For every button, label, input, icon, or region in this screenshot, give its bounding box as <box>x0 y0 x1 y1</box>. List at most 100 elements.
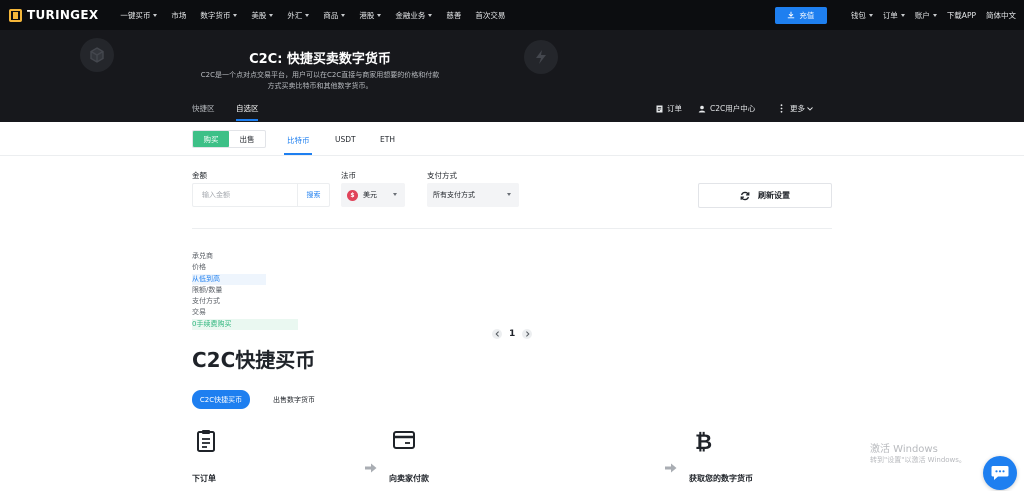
nav-items: 一键买币 市场 数字货币 美股 外汇 商品 港股 金融业务 慈善 首次交易 <box>120 10 519 21</box>
lightning-icon <box>524 40 558 74</box>
prev-page-button[interactable] <box>492 329 502 339</box>
nav-label: 数字货币 <box>200 10 231 20</box>
document-icon <box>656 105 663 112</box>
chevron-down-icon <box>507 193 511 196</box>
nav-label: 港股 <box>359 10 375 20</box>
chevron-down-icon <box>153 13 158 17</box>
col-limit: 限额/数量 <box>192 285 223 294</box>
active-coin-indicator <box>284 153 312 155</box>
current-page[interactable]: 1 <box>509 329 515 339</box>
tab-btc[interactable]: 比特币 <box>287 135 310 146</box>
nav-item-hk-stocks[interactable]: 港股 <box>359 10 382 21</box>
zero-fee-buy-link[interactable]: 0手续费购买 <box>192 318 298 331</box>
more-menu[interactable]: 更多 <box>780 103 817 114</box>
tab-sell-crypto[interactable]: 出售数字货币 <box>273 395 315 405</box>
nav-label: 首次交易 <box>475 10 506 20</box>
chevron-down-icon <box>932 13 937 17</box>
chevron-down-icon <box>428 13 433 17</box>
nav-label: 商品 <box>323 10 339 20</box>
more-dots-icon <box>780 104 783 113</box>
c2c-user-center-label: C2C用户中心 <box>710 104 756 113</box>
divider <box>192 228 832 229</box>
payment-label: 支付方式 <box>427 171 457 180</box>
chevron-down-icon <box>868 13 873 17</box>
nav-item-first-trade[interactable]: 首次交易 <box>475 10 505 21</box>
nav-item-orders[interactable]: 订单 <box>883 10 905 21</box>
chevron-right-icon <box>525 331 530 337</box>
tab-eth[interactable]: ETH <box>380 135 395 144</box>
table-header: 承兑商 价格 从低到高 限额/数量 支付方式 交易 0手续费购买 <box>192 251 298 331</box>
tab-quick-zone[interactable]: 快捷区 <box>192 103 215 114</box>
chat-bubble-icon <box>991 466 1009 480</box>
nav-item-charity[interactable]: 慈善 <box>446 10 461 21</box>
col-payment: 支付方式 <box>192 297 220 306</box>
chevron-down-icon <box>393 193 397 196</box>
pagination: 1 <box>492 329 533 339</box>
chat-support-button[interactable] <box>983 456 1017 490</box>
tab-custom-zone[interactable]: 自选区 <box>236 103 259 114</box>
chevron-down-icon <box>807 106 813 111</box>
activation-watermark-title: 激活 Windows <box>870 444 938 455</box>
amount-input[interactable] <box>193 184 297 206</box>
usd-flag-icon: $ <box>347 189 358 201</box>
nav-item-crypto[interactable]: 数字货币 <box>200 10 238 21</box>
nav-item-wallet[interactable]: 钱包 <box>851 10 873 21</box>
cube-icon <box>80 38 114 72</box>
chevron-down-icon <box>377 13 382 17</box>
chevron-down-icon <box>233 13 238 17</box>
hero-banner: C2C: 快捷买卖数字货币 C2C是一个点对点交易平台，用户可以在C2C直接与商… <box>0 30 1024 122</box>
c2c-user-center-link[interactable]: C2C用户中心 <box>698 103 755 114</box>
price-sort-toggle[interactable]: 从低到高 <box>192 273 266 285</box>
download-icon <box>788 11 795 19</box>
top-nav: TURINGEX 一键买币 市场 数字货币 美股 外汇 商品 港股 金融业务 慈… <box>0 0 1024 30</box>
tab-usdt[interactable]: USDT <box>335 135 356 144</box>
logo-text: TURINGEX <box>27 8 99 22</box>
deposit-button[interactable]: 充值 <box>774 6 827 24</box>
svg-text:₿: ₿ <box>695 430 712 453</box>
bitcoin-icon: ₿ <box>695 430 712 453</box>
trade-type-bar: 购买 出售 比特币 USDT ETH <box>0 122 1024 156</box>
payment-select[interactable]: 所有支付方式 <box>427 183 519 207</box>
step-pay-seller: 向卖家付款 <box>389 474 429 483</box>
next-page-button[interactable] <box>522 329 533 339</box>
nav-label: 金融业务 <box>395 10 426 20</box>
page-description: C2C是一个点对点交易平台，用户可以在C2C直接与商家用想要的价格和付款方式买卖… <box>200 71 440 90</box>
tab-c2c-quick-buy[interactable]: C2C快捷买币 <box>192 390 250 409</box>
nav-item-quick-buy[interactable]: 一键买币 <box>120 10 158 21</box>
user-icon <box>698 105 706 112</box>
sell-button[interactable]: 出售 <box>229 131 265 147</box>
credit-card-icon <box>393 431 415 449</box>
nav-item-download-app[interactable]: 下载APP <box>947 10 976 21</box>
step-place-order: 下订单 <box>192 474 216 483</box>
fiat-label: 法币 <box>341 171 356 180</box>
refresh-settings-button[interactable]: 刷新设置 <box>698 183 832 208</box>
nav-item-market[interactable]: 市场 <box>171 10 186 21</box>
nav-label: 订单 <box>882 10 898 20</box>
search-button[interactable]: 搜索 <box>297 184 329 206</box>
logo-icon <box>9 8 22 22</box>
chevron-down-icon <box>305 13 310 17</box>
nav-label: 下载APP <box>946 10 976 20</box>
logo[interactable]: TURINGEX <box>9 8 98 22</box>
fiat-select[interactable]: $ 美元 <box>341 183 405 207</box>
nav-item-finance[interactable]: 金融业务 <box>395 10 433 21</box>
step-receive-crypto: 获取您的数字货币 <box>689 474 753 483</box>
more-label: 更多 <box>790 104 805 113</box>
fiat-value: 美元 <box>363 191 377 199</box>
chevron-down-icon <box>900 13 905 17</box>
nav-label: 钱包 <box>850 10 866 20</box>
order-clipboard-icon <box>197 430 215 452</box>
nav-item-language[interactable]: 简体中文 <box>986 10 1016 21</box>
nav-item-forex[interactable]: 外汇 <box>287 10 310 21</box>
orders-link[interactable]: 订单 <box>656 103 682 114</box>
nav-item-commodities[interactable]: 商品 <box>323 10 346 21</box>
nav-item-account[interactable]: 账户 <box>915 10 937 21</box>
refresh-icon <box>740 191 750 200</box>
nav-right: 充值 钱包 订单 账户 下载APP 简体中文 <box>774 0 1016 30</box>
nav-label: 美股 <box>251 10 267 20</box>
nav-label: 简体中文 <box>986 10 1016 20</box>
nav-label: 外汇 <box>287 10 303 20</box>
nav-item-us-stocks[interactable]: 美股 <box>251 10 274 21</box>
arrow-right-icon <box>365 463 377 473</box>
buy-button[interactable]: 购买 <box>193 131 229 147</box>
